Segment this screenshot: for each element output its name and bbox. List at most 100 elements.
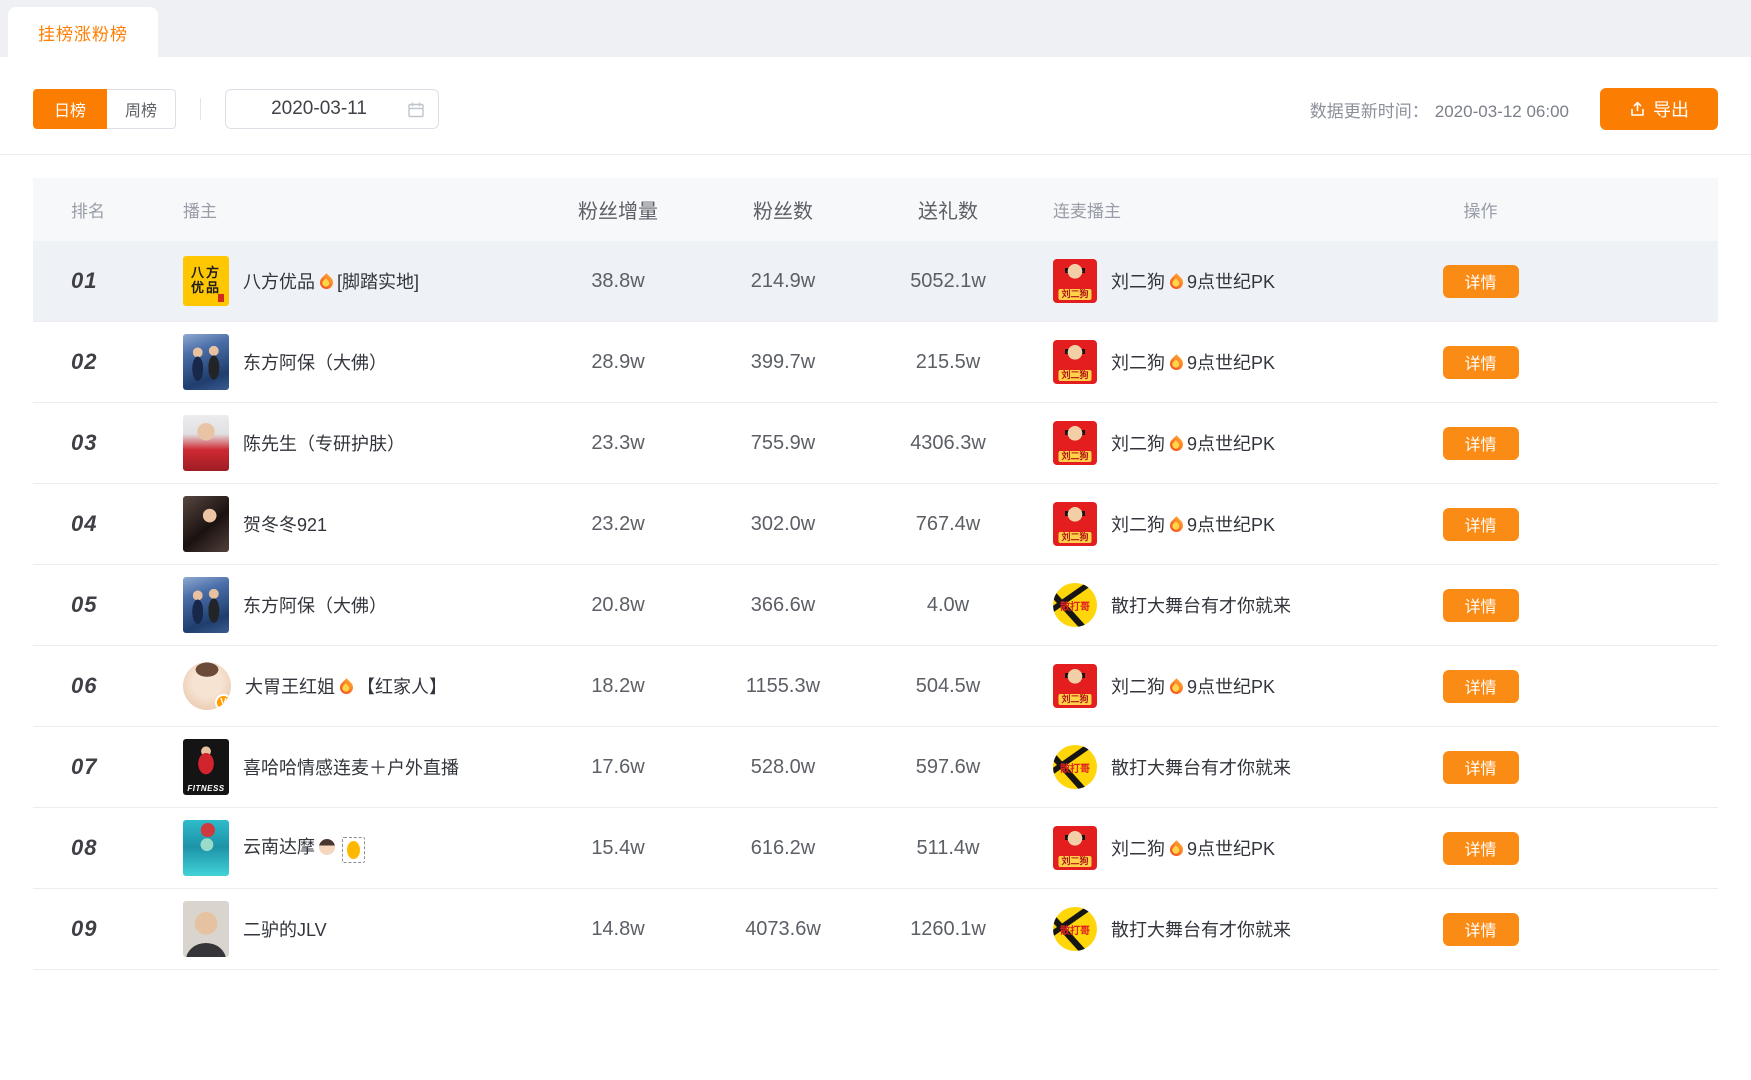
detail-button[interactable]: 详情 [1443, 670, 1519, 703]
fire-emoji-icon [1167, 354, 1185, 372]
gifts-value: 597.6w [863, 756, 1033, 779]
gifts-value: 767.4w [863, 513, 1033, 536]
broadcaster-name: 贺冬冬921 [243, 511, 327, 537]
fans-total-value: 755.9w [703, 432, 863, 455]
broadcaster-name: 喜哈哈情感连麦＋户外直播 [243, 754, 459, 780]
header-link-broadcaster: 连麦播主 [1033, 197, 1363, 222]
header-fans-total: 粉丝数 [703, 195, 863, 224]
daily-rank-button[interactable]: 日榜 [33, 89, 107, 129]
fire-emoji-icon [337, 678, 355, 696]
detail-button[interactable]: 详情 [1443, 508, 1519, 541]
sanda-avatar: 散打哥 [1053, 745, 1097, 789]
range-toggle: 日榜 周榜 [33, 89, 176, 129]
rank-number: 08 [71, 835, 97, 861]
fire-emoji-icon [1167, 678, 1185, 696]
liuergou-avatar: 刘二狗 [1053, 259, 1097, 303]
controls-bar: 日榜 周榜 2020-03-11 数据更新时间：2020-03-12 06:00… [0, 57, 1751, 155]
woman-round-avatar: V [183, 662, 231, 710]
rank-number: 01 [71, 268, 97, 294]
detail-button[interactable]: 详情 [1443, 346, 1519, 379]
dark-woman-avatar [183, 496, 229, 552]
fans-gain-value: 14.8w [533, 918, 703, 941]
table-body: 01 八方优品 八方优品[脚踏实地] 38.8w 214.9w 5052.1w … [33, 241, 1718, 970]
tab-title: 挂榜涨粉榜 [38, 20, 128, 45]
detail-button[interactable]: 详情 [1443, 832, 1519, 865]
export-icon [1629, 101, 1646, 118]
link-broadcaster-name: 刘二狗9点世纪PK [1111, 835, 1275, 861]
broadcaster-name: 云南达摩 [243, 833, 365, 863]
gifts-value: 504.5w [863, 675, 1033, 698]
fans-gain-value: 17.6w [533, 756, 703, 779]
divider [200, 98, 201, 120]
bafang-avatar: 八方优品 [183, 256, 229, 306]
gifts-value: 1260.1w [863, 918, 1033, 941]
teal-hat-avatar [183, 820, 229, 876]
gifts-value: 4.0w [863, 594, 1033, 617]
red-coat-avatar [183, 415, 229, 471]
date-picker[interactable]: 2020-03-11 [225, 89, 439, 129]
fire-emoji-icon [1167, 840, 1185, 858]
link-broadcaster-name: 刘二狗9点世纪PK [1111, 349, 1275, 375]
detail-button[interactable]: 详情 [1443, 427, 1519, 460]
broadcaster-name: 八方优品[脚踏实地] [243, 268, 419, 294]
detail-button[interactable]: 详情 [1443, 589, 1519, 622]
calendar-icon [407, 101, 425, 119]
header-rank: 排名 [33, 197, 183, 222]
liuergou-avatar: 刘二狗 [1053, 502, 1097, 546]
rank-number: 09 [71, 916, 97, 942]
page: 挂榜涨粉榜 日榜 周榜 2020-03-11 数据更新时间：2020-03-12… [0, 0, 1751, 1080]
broadcaster-name: 二驴的JLV [243, 916, 327, 942]
table-row: 07 FITNESS 喜哈哈情感连麦＋户外直播 17.6w 528.0w 597… [33, 727, 1718, 808]
ranking-table: 排名 播主 粉丝增量 粉丝数 送礼数 连麦播主 操作 01 八方优品 八方优品[… [33, 178, 1718, 970]
header-fans-gain: 粉丝增量 [533, 195, 703, 224]
detail-button[interactable]: 详情 [1443, 913, 1519, 946]
verified-badge: V [215, 694, 231, 710]
broadcaster-name: 东方阿保（大佛） [243, 349, 387, 375]
fire-emoji-icon [1167, 273, 1185, 291]
table-row: 05 东方阿保（大佛） 20.8w 366.6w 4.0w 散打哥 散打大舞台有… [33, 565, 1718, 646]
woman-emoji-icon [319, 839, 335, 855]
tab-fan-growth-rank[interactable]: 挂榜涨粉榜 [8, 7, 158, 57]
detail-button[interactable]: 详情 [1443, 751, 1519, 784]
unrendered-emoji-placeholder [342, 837, 365, 863]
link-broadcaster-name: 刘二狗9点世纪PK [1111, 673, 1275, 699]
weekly-rank-button[interactable]: 周榜 [107, 89, 176, 129]
two-men-avatar [183, 334, 229, 390]
fire-emoji-icon [317, 273, 335, 291]
table-row: 01 八方优品 八方优品[脚踏实地] 38.8w 214.9w 5052.1w … [33, 241, 1718, 322]
fans-gain-value: 23.2w [533, 513, 703, 536]
fans-gain-value: 23.3w [533, 432, 703, 455]
export-label: 导出 [1653, 96, 1689, 122]
header-action: 操作 [1363, 197, 1718, 222]
fans-gain-value: 28.9w [533, 351, 703, 374]
liuergou-avatar: 刘二狗 [1053, 421, 1097, 465]
broadcaster-name: 大胃王红姐【红家人】 [245, 673, 447, 699]
fans-gain-value: 38.8w [533, 270, 703, 293]
rank-number: 02 [71, 349, 97, 375]
bald-man-avatar [183, 901, 229, 957]
fans-total-value: 528.0w [703, 756, 863, 779]
fans-gain-value: 15.4w [533, 837, 703, 860]
tab-bar: 挂榜涨粉榜 [0, 0, 1751, 57]
rank-number: 07 [71, 754, 97, 780]
table-row: 04 贺冬冬921 23.2w 302.0w 767.4w 刘二狗 刘二狗9点世… [33, 484, 1718, 565]
update-time-value: 2020-03-12 06:00 [1435, 102, 1569, 121]
table-row: 09 二驴的JLV 14.8w 4073.6w 1260.1w 散打哥 散打大舞… [33, 889, 1718, 970]
fans-total-value: 214.9w [703, 270, 863, 293]
table-row: 06 V 大胃王红姐【红家人】 18.2w 1155.3w 504.5w 刘二狗… [33, 646, 1718, 727]
fans-gain-value: 18.2w [533, 675, 703, 698]
rank-number: 04 [71, 511, 97, 537]
broadcaster-name: 陈先生（专研护肤） [243, 430, 405, 456]
fire-emoji-icon [1167, 516, 1185, 534]
gifts-value: 5052.1w [863, 270, 1033, 293]
fans-total-value: 616.2w [703, 837, 863, 860]
export-button[interactable]: 导出 [1600, 88, 1718, 130]
header-broadcaster: 播主 [183, 197, 533, 222]
liuergou-avatar: 刘二狗 [1053, 826, 1097, 870]
data-update-time: 数据更新时间：2020-03-12 06:00 [1310, 97, 1569, 122]
link-broadcaster-name: 散打大舞台有才你就来 [1111, 916, 1291, 942]
table-row: 02 东方阿保（大佛） 28.9w 399.7w 215.5w 刘二狗 刘二狗9… [33, 322, 1718, 403]
link-broadcaster-name: 刘二狗9点世纪PK [1111, 430, 1275, 456]
detail-button[interactable]: 详情 [1443, 265, 1519, 298]
liuergou-avatar: 刘二狗 [1053, 340, 1097, 384]
